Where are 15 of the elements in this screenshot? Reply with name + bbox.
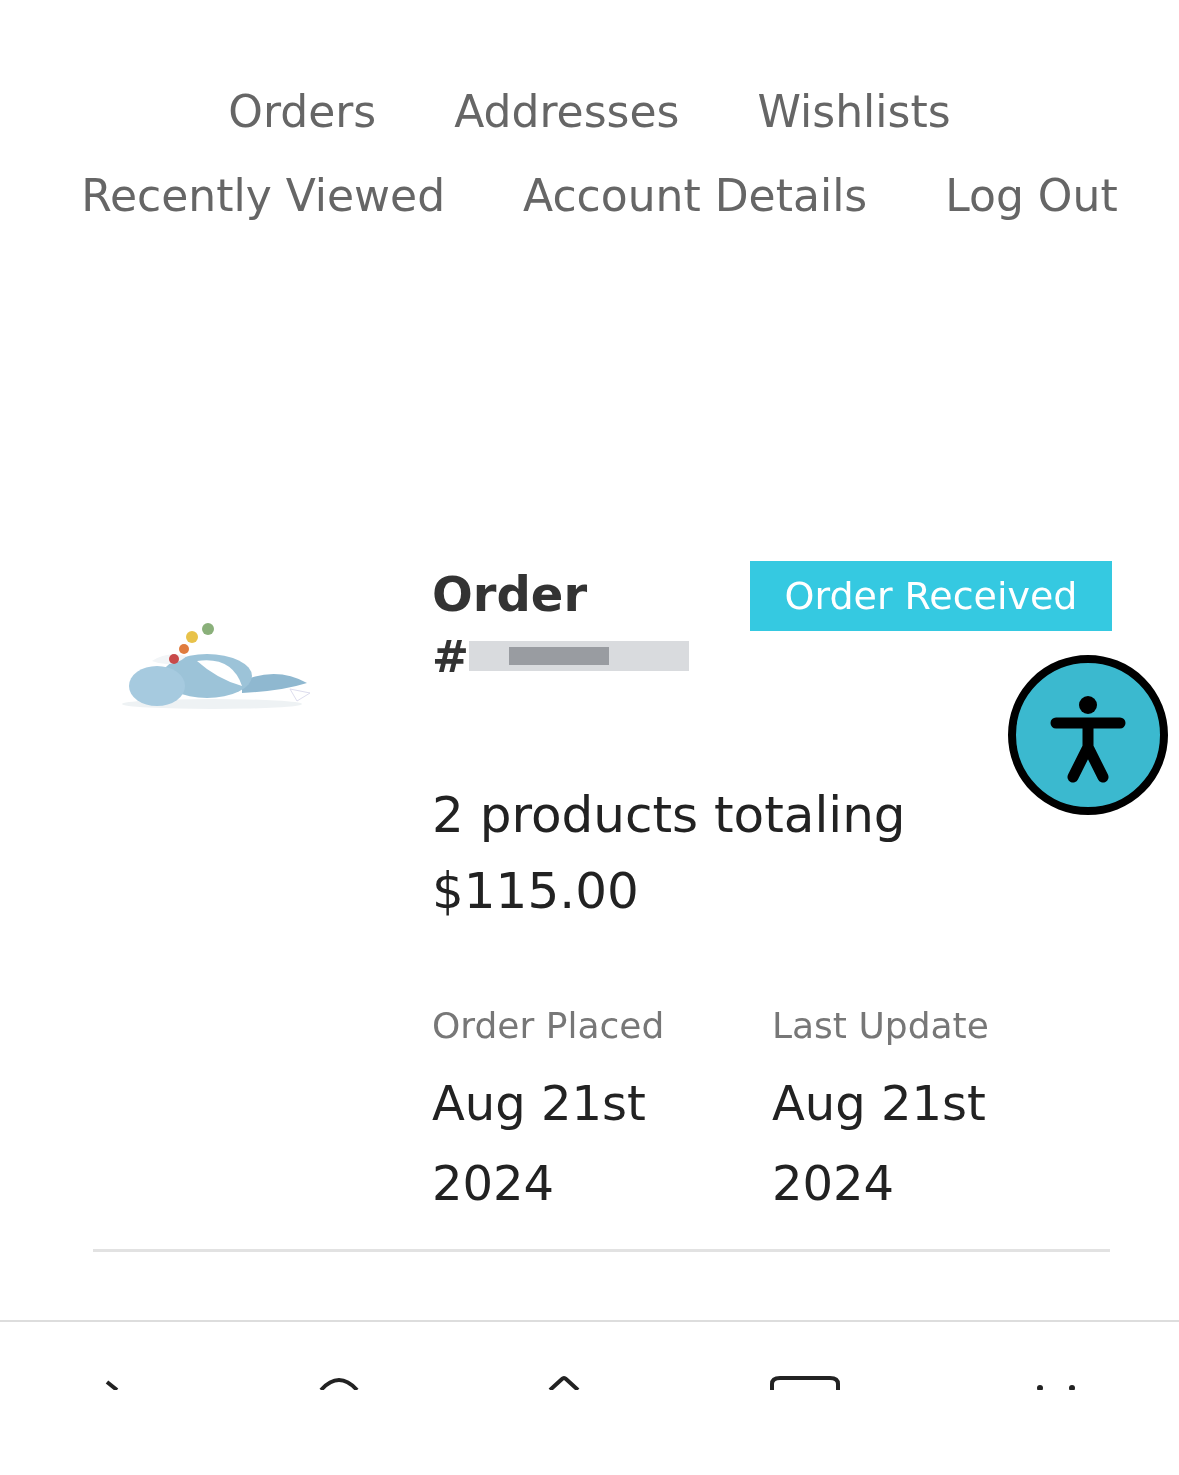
date-value: Aug 21st 2024 [432,1074,647,1213]
account-nav-link[interactable]: Orders [228,82,377,142]
date-label: Last Update [772,1004,990,1048]
account-nav-link[interactable]: Addresses [454,82,680,142]
status-badge: Order Received [750,561,1112,631]
account-nav-link[interactable]: Recently Viewed [81,166,446,226]
order-summary: 2 products totaling [432,785,907,846]
account-nav-link[interactable]: Account Details [523,166,868,226]
account-nav-link[interactable]: Wishlists [757,82,951,142]
order-number: # [432,630,469,684]
date-label: Order Placed [432,1004,666,1048]
account-nav-link[interactable]: Log Out [945,166,1118,226]
date-value: Aug 21st 2024 [772,1074,987,1213]
order-title: Order [432,565,589,624]
order-total: $115.00 [432,861,640,922]
